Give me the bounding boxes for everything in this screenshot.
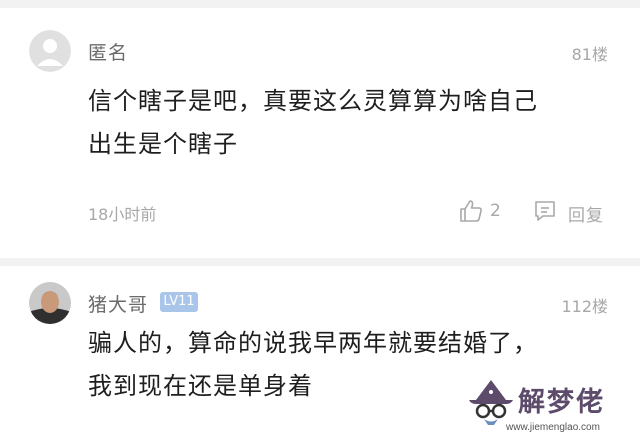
floor-number: 81楼 <box>571 45 608 64</box>
comment-line: 信个瞎子是吧，真要这么灵算算为啥自己 <box>88 87 538 115</box>
reply-button[interactable]: 回复 <box>532 198 612 226</box>
floor-number: 112楼 <box>561 297 608 316</box>
comment-text: 信个瞎子是吧，真要这么灵算算为啥自己 出生是个瞎子 <box>88 80 628 166</box>
anonymous-avatar-icon[interactable] <box>29 30 71 72</box>
site-watermark: 解梦佬 www.jiemenglao.com <box>466 378 634 440</box>
comment-line: 出生是个瞎子 <box>88 130 238 158</box>
reply-label: 回复 <box>568 206 604 226</box>
level-badge: LV11 <box>160 292 198 312</box>
like-count: 2 <box>490 201 501 221</box>
thumbs-up-icon <box>460 200 482 222</box>
watermark-url: www.jiemenglao.com <box>506 422 600 433</box>
username[interactable]: 匿名 <box>88 38 128 65</box>
timestamp: 18小时前 <box>88 205 157 224</box>
like-button[interactable]: 2 <box>458 198 518 226</box>
reply-comment-icon <box>535 201 555 221</box>
wizard-hat-glasses-icon <box>469 380 513 425</box>
comment-line: 骗人的，算命的说我早两年就要结婚了， <box>88 329 538 357</box>
user-photo-avatar[interactable] <box>29 282 71 324</box>
username[interactable]: 猪大哥 <box>88 290 148 317</box>
comment-card: 匿名 81楼 信个瞎子是吧，真要这么灵算算为啥自己 出生是个瞎子 18小时前 2… <box>0 8 640 258</box>
watermark-logo-text: 解梦佬 <box>518 387 605 418</box>
